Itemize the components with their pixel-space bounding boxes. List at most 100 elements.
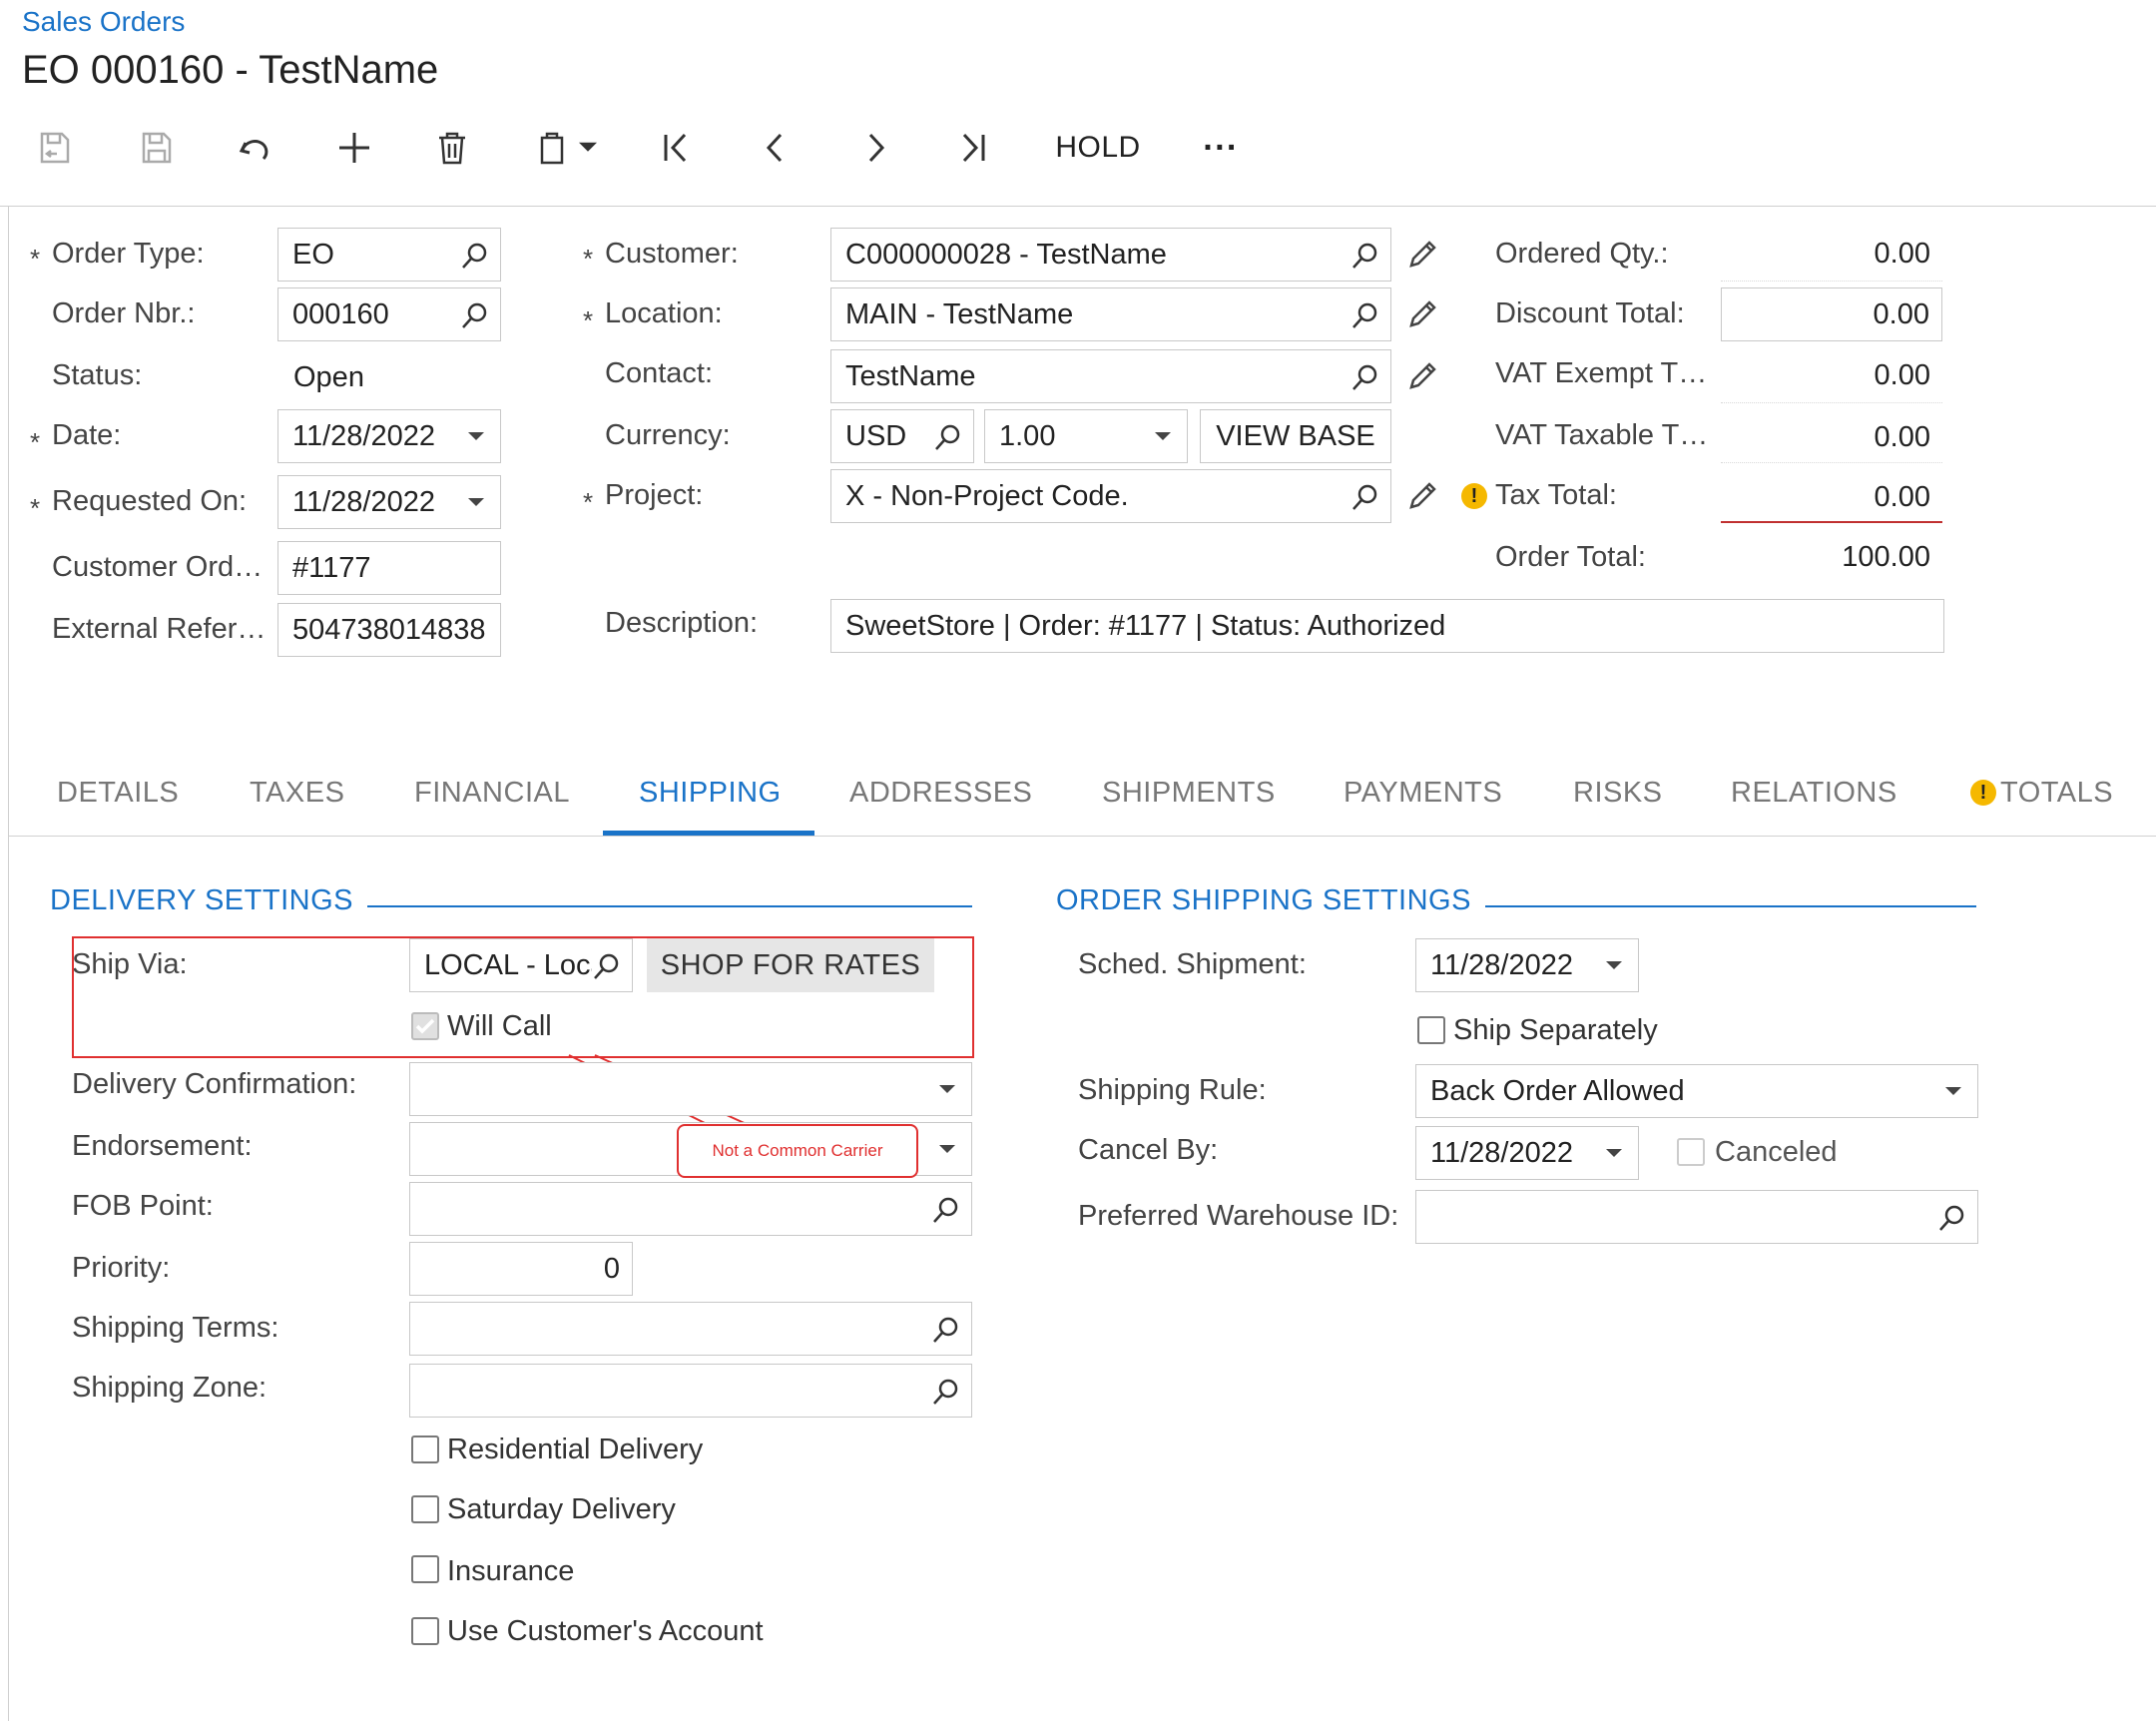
dropdown-arrow-icon[interactable] <box>1153 430 1173 442</box>
totals-warning-icon: ! <box>1970 780 1996 806</box>
customer-field[interactable]: C000000028 - TestName <box>830 228 1391 282</box>
sched-shipment-label: Sched. Shipment: <box>1078 948 1307 980</box>
preferred-warehouse-field[interactable] <box>1415 1190 1978 1244</box>
currency-code-value: USD <box>845 419 907 452</box>
tab-shipping[interactable]: SHIPPING <box>639 777 782 810</box>
search-icon[interactable] <box>931 1315 961 1345</box>
save-icon[interactable] <box>132 120 182 176</box>
dropdown-arrow-icon[interactable] <box>1604 1147 1624 1159</box>
discount-total-field[interactable]: 0.00 <box>1721 287 1942 341</box>
currency-code-field[interactable]: USD <box>830 409 974 463</box>
search-icon[interactable] <box>1350 241 1380 271</box>
search-icon[interactable] <box>1937 1203 1967 1233</box>
vat-taxable-value: 0.00 <box>1874 421 1930 453</box>
order-type-field[interactable]: EO <box>277 228 501 282</box>
delivery-confirmation-field[interactable] <box>409 1062 972 1116</box>
customer-order-field[interactable]: #1177 <box>277 541 501 595</box>
canceled-checkbox[interactable] <box>1677 1138 1705 1166</box>
next-record-icon[interactable] <box>850 120 900 176</box>
undo-icon[interactable] <box>230 120 279 176</box>
search-icon[interactable] <box>933 422 963 452</box>
cancel-by-field[interactable]: 11/28/2022 <box>1415 1126 1639 1180</box>
search-icon[interactable] <box>460 241 490 271</box>
tab-relations[interactable]: RELATIONS <box>1731 777 1897 810</box>
project-label: Project: <box>605 479 704 511</box>
insurance-checkbox[interactable] <box>411 1555 439 1583</box>
ship-separately-checkbox[interactable] <box>1417 1016 1445 1044</box>
vat-exempt-label: VAT Exempt T… <box>1495 357 1708 389</box>
tab-financial[interactable]: FINANCIAL <box>414 777 570 810</box>
dropdown-arrow-icon[interactable] <box>937 1143 957 1155</box>
dropdown-arrow-icon[interactable] <box>466 496 486 508</box>
shipping-zone-label: Shipping Zone: <box>72 1372 268 1404</box>
sched-shipment-field[interactable]: 11/28/2022 <box>1415 938 1639 992</box>
search-icon[interactable] <box>460 300 490 330</box>
search-icon[interactable] <box>931 1377 961 1407</box>
requested-on-field[interactable]: 11/28/2022 <box>277 475 501 529</box>
search-icon[interactable] <box>1350 362 1380 392</box>
copy-paste-icon[interactable] <box>529 120 609 176</box>
dropdown-arrow-icon[interactable] <box>1943 1085 1963 1097</box>
tab-risks[interactable]: RISKS <box>1573 777 1663 810</box>
order-nbr-field[interactable]: 000160 <box>277 287 501 341</box>
required-mark: * <box>583 305 594 335</box>
dropdown-arrow-icon[interactable] <box>1604 959 1624 971</box>
required-mark: * <box>30 244 41 274</box>
tab-payments[interactable]: PAYMENTS <box>1344 777 1502 810</box>
add-icon[interactable] <box>329 120 379 176</box>
customer-order-value: #1177 <box>292 551 371 584</box>
cancel-by-label: Cancel By: <box>1078 1134 1219 1166</box>
tab-shipments[interactable]: SHIPMENTS <box>1102 777 1276 810</box>
currency-rate-field[interactable]: 1.00 <box>984 409 1188 463</box>
hold-button[interactable]: HOLD <box>1048 120 1148 176</box>
required-mark: * <box>30 427 41 457</box>
use-customer-account-checkbox[interactable] <box>411 1617 439 1645</box>
location-field[interactable]: MAIN - TestName <box>830 287 1391 341</box>
search-icon[interactable] <box>931 1195 961 1225</box>
breadcrumb-sales-orders[interactable]: Sales Orders <box>22 6 185 38</box>
description-field[interactable]: SweetStore | Order: #1177 | Status: Auth… <box>830 599 1944 653</box>
edit-customer-icon[interactable] <box>1407 238 1439 270</box>
order-nbr-label: Order Nbr.: <box>52 297 196 329</box>
edit-location-icon[interactable] <box>1407 297 1439 329</box>
discount-total-value: 0.00 <box>1873 297 1929 330</box>
shipping-rule-field[interactable]: Back Order Allowed <box>1415 1064 1978 1118</box>
annotation-callout: Not a Common Carrier <box>677 1124 918 1178</box>
required-mark: * <box>30 493 41 523</box>
saturday-delivery-checkbox[interactable] <box>411 1495 439 1523</box>
edit-project-icon[interactable] <box>1407 479 1439 511</box>
cancel-by-value: 11/28/2022 <box>1430 1136 1573 1169</box>
external-reference-field[interactable]: 504738014838 <box>277 603 501 657</box>
dropdown-arrow-icon[interactable] <box>466 430 486 442</box>
search-icon[interactable] <box>1350 482 1380 512</box>
ordered-qty-value: 0.00 <box>1874 238 1930 270</box>
saturday-delivery-label: Saturday Delivery <box>447 1493 676 1525</box>
vat-taxable-label: VAT Taxable T… <box>1495 419 1709 451</box>
shipping-terms-field[interactable] <box>409 1302 972 1356</box>
edit-contact-icon[interactable] <box>1407 359 1439 391</box>
shipping-rule-label: Shipping Rule: <box>1078 1074 1267 1106</box>
project-field[interactable]: X - Non-Project Code. <box>830 469 1391 523</box>
contact-field[interactable]: TestName <box>830 349 1391 403</box>
tab-taxes[interactable]: TAXES <box>250 777 344 810</box>
tab-addresses[interactable]: ADDRESSES <box>849 777 1032 810</box>
tab-details[interactable]: DETAILS <box>57 777 179 810</box>
more-actions-button[interactable]: ··· <box>1196 120 1246 176</box>
date-field[interactable]: 11/28/2022 <box>277 409 501 463</box>
save-and-close-icon[interactable] <box>30 120 80 176</box>
residential-delivery-checkbox[interactable] <box>411 1435 439 1463</box>
view-base-button[interactable]: VIEW BASE <box>1200 409 1391 463</box>
previous-record-icon[interactable] <box>751 120 801 176</box>
description-value: SweetStore | Order: #1177 | Status: Auth… <box>845 609 1446 642</box>
location-value: MAIN - TestName <box>845 297 1074 330</box>
shipping-zone-field[interactable] <box>409 1364 972 1418</box>
delete-icon[interactable] <box>427 120 477 176</box>
fob-point-label: FOB Point: <box>72 1190 214 1222</box>
search-icon[interactable] <box>1350 300 1380 330</box>
first-record-icon[interactable] <box>651 120 701 176</box>
last-record-icon[interactable] <box>948 120 998 176</box>
dropdown-arrow-icon[interactable] <box>937 1083 957 1095</box>
priority-field[interactable]: 0 <box>409 1242 633 1296</box>
fob-point-field[interactable] <box>409 1182 972 1236</box>
tab-totals[interactable]: TOTALS <box>2000 777 2113 810</box>
